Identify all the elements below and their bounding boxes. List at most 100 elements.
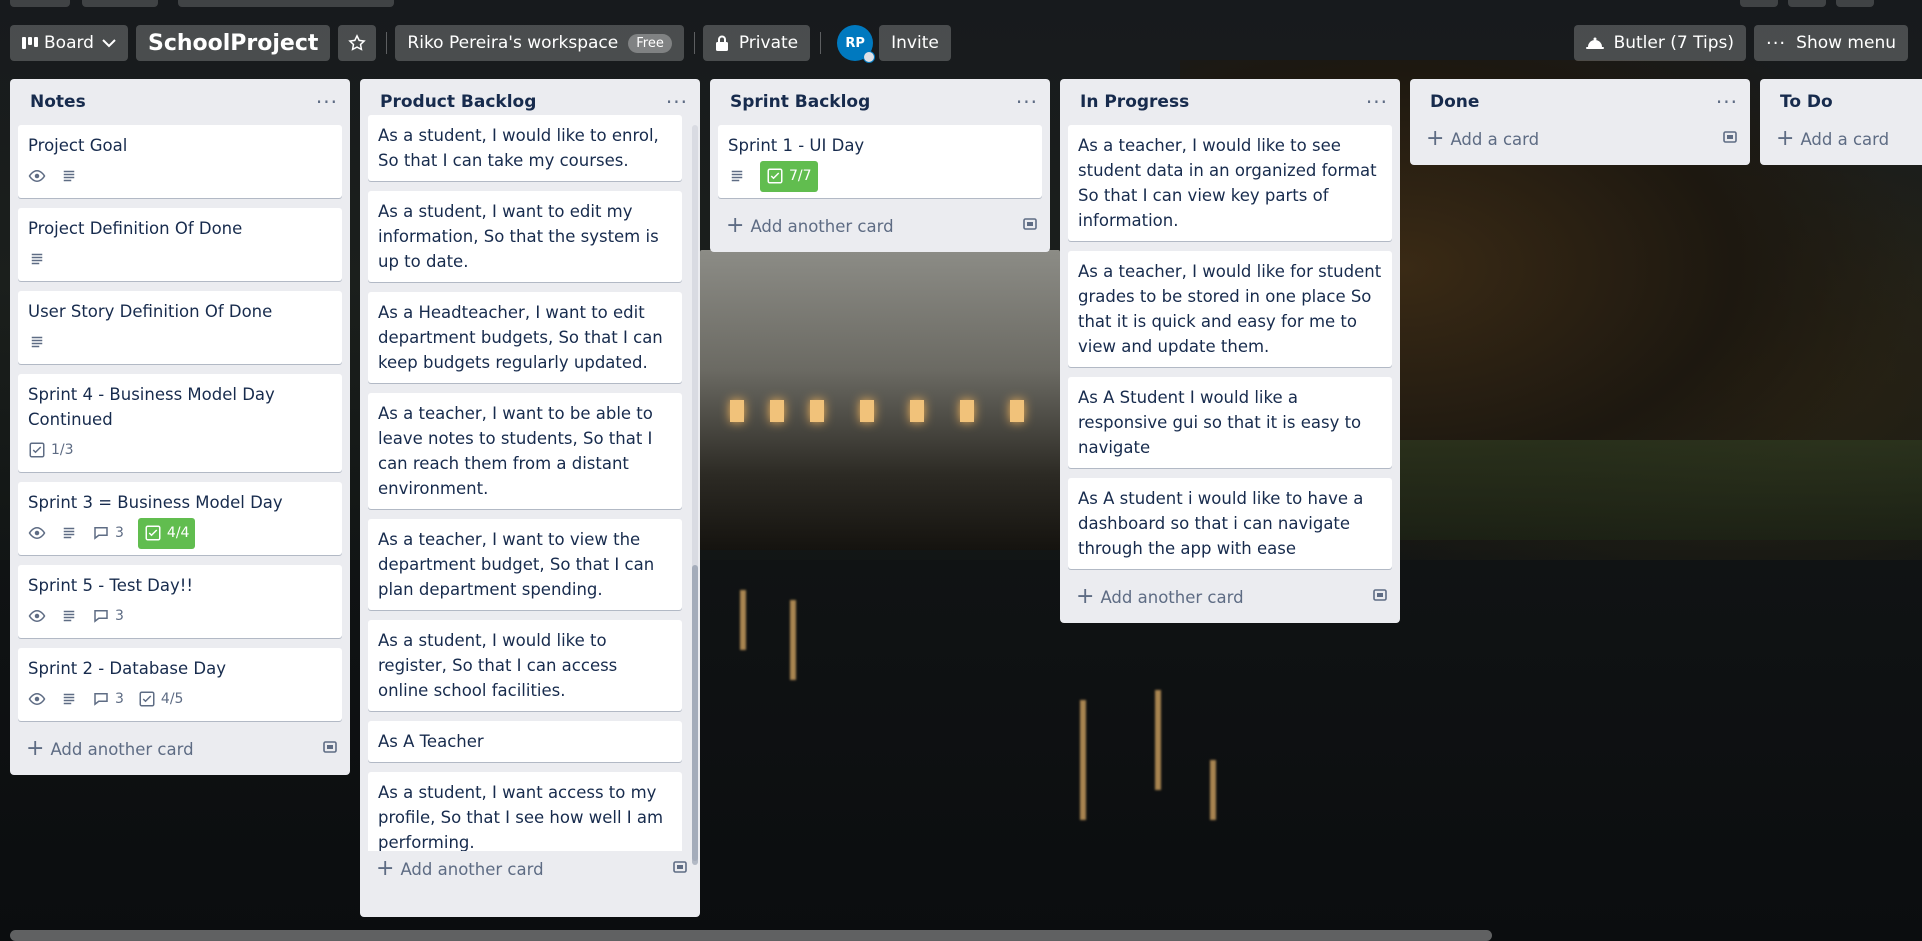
top-strip-segment <box>82 0 158 7</box>
card[interactable]: As a student, I would like to enrol, So … <box>368 115 682 181</box>
card[interactable]: Sprint 1 - UI Day 7/7 <box>718 125 1042 198</box>
card[interactable]: As a Headteacher, I want to edit departm… <box>368 292 682 383</box>
add-card-button[interactable]: + Add another card <box>18 731 342 767</box>
list-menu-icon[interactable]: ··· <box>1016 92 1038 112</box>
list-menu-icon[interactable]: ··· <box>1716 92 1738 112</box>
card[interactable]: As A Teacher <box>368 721 682 762</box>
add-card-button[interactable]: + Add a card <box>1768 121 1914 157</box>
card[interactable]: Project Definition Of Done <box>18 208 342 281</box>
card-template-icon[interactable] <box>1022 216 1038 236</box>
plus-icon: + <box>1776 126 1795 151</box>
card-badges <box>28 162 332 190</box>
star-button[interactable] <box>338 25 377 61</box>
card[interactable]: Sprint 3 = Business Model Day 3 4/4 <box>18 482 342 555</box>
background-window <box>810 400 824 422</box>
card-title: Sprint 4 - Business Model Day Continued <box>28 385 275 429</box>
add-card-button[interactable]: + Add another card <box>368 851 692 887</box>
card[interactable]: Sprint 4 - Business Model Day Continued … <box>18 374 342 472</box>
board-view-switcher[interactable]: Board <box>10 25 128 61</box>
checklist-badge: 4/5 <box>138 687 183 712</box>
member-avatar[interactable]: RP <box>837 25 876 63</box>
top-strip-segment <box>1788 0 1826 7</box>
list-title[interactable]: Sprint Backlog <box>730 92 870 112</box>
workspace-plan-badge: Free <box>628 33 672 53</box>
top-cropped-toolbar <box>0 0 1922 10</box>
checklist-complete-badge: 7/7 <box>760 160 818 192</box>
background-building <box>700 250 1060 550</box>
card[interactable]: Project Goal <box>18 125 342 198</box>
butler-label: Butler (7 Tips) <box>1613 33 1734 53</box>
list-title[interactable]: Done <box>1430 92 1479 112</box>
comment-icon <box>94 610 108 623</box>
description-icon <box>60 607 78 625</box>
board-title[interactable]: SchoolProject <box>135 25 331 61</box>
card-badges <box>28 328 332 356</box>
card-template-icon[interactable] <box>1372 587 1388 607</box>
card-list: As a teacher, I would like to see studen… <box>1068 125 1392 579</box>
description-icon <box>60 167 78 185</box>
card-list: As a student, I would like to enrol, So … <box>368 115 692 851</box>
card[interactable]: Sprint 5 - Test Day!! 3 <box>18 565 342 638</box>
visibility-button[interactable]: Private <box>702 25 811 61</box>
visibility-label: Private <box>738 33 799 53</box>
list-scrollbar[interactable] <box>692 125 698 865</box>
card[interactable]: As A student i would like to have a dash… <box>1068 478 1392 569</box>
card[interactable]: As a teacher, I want to view the departm… <box>368 519 682 610</box>
list-menu-icon[interactable]: ··· <box>666 92 688 112</box>
list-title[interactable]: Product Backlog <box>380 92 536 112</box>
card[interactable]: As a student, I want access to my profil… <box>368 772 682 851</box>
comments-badge: 3 <box>92 521 124 546</box>
board-icon <box>22 36 38 50</box>
show-menu-button[interactable]: ··· Show menu <box>1753 25 1908 61</box>
card-template-icon[interactable] <box>1722 129 1738 149</box>
add-card-label: Add a card <box>1800 129 1890 149</box>
checklist-icon <box>145 525 161 541</box>
butler-button[interactable]: Butler (7 Tips) <box>1573 25 1746 61</box>
description-icon <box>28 333 46 351</box>
comment-count: 3 <box>115 607 124 624</box>
card[interactable]: As a teacher, I would like for student g… <box>1068 251 1392 367</box>
card[interactable]: As a teacher, I want to be able to leave… <box>368 393 682 509</box>
list-product-backlog: Product Backlog ··· As a student, I woul… <box>360 79 700 917</box>
workspace-button[interactable]: Riko Pereira's workspace Free <box>395 25 684 61</box>
card[interactable]: As A Student I would like a responsive g… <box>1068 377 1392 468</box>
board-horizontal-scrollbar[interactable] <box>10 930 1492 941</box>
card[interactable]: As a student, I want to edit my informat… <box>368 191 682 282</box>
list-sprint-backlog: Sprint Backlog ··· Sprint 1 - UI Day 7/7… <box>710 79 1050 252</box>
plus-icon: + <box>1426 126 1445 151</box>
card[interactable]: As a teacher, I would like to see studen… <box>1068 125 1392 241</box>
plus-icon: + <box>26 736 45 761</box>
plus-icon: + <box>1076 584 1095 609</box>
invite-button[interactable]: Invite <box>879 25 951 61</box>
list-title[interactable]: In Progress <box>1080 92 1189 112</box>
card[interactable]: User Story Definition Of Done <box>18 291 342 364</box>
list-menu-icon[interactable]: ··· <box>316 92 338 112</box>
card-title: As a student, I would like to register, … <box>378 631 618 700</box>
checklist-icon <box>767 168 783 184</box>
background-window <box>770 400 784 422</box>
list-notes: Notes ··· Project Goal Project Definitio… <box>10 79 350 775</box>
list-scrollbar-thumb[interactable] <box>692 565 698 865</box>
card[interactable]: Sprint 2 - Database Day 3 4/5 <box>18 648 342 721</box>
card-title: Project Definition Of Done <box>28 219 243 238</box>
add-card-button[interactable]: + Add another card <box>718 208 1042 244</box>
card-template-icon[interactable] <box>672 859 688 879</box>
card-template-icon[interactable] <box>322 739 338 759</box>
card-title: Sprint 3 = Business Model Day <box>28 493 283 512</box>
list-title[interactable]: Notes <box>30 92 86 112</box>
card[interactable]: As a student, I would like to register, … <box>368 620 682 711</box>
admin-indicator-icon <box>863 51 876 63</box>
card-title: As a student, I would like to enrol, So … <box>378 126 659 170</box>
star-icon <box>348 34 367 52</box>
add-card-button[interactable]: + Add a card <box>1418 121 1742 157</box>
card-title: As a teacher, I want to view the departm… <box>378 530 655 599</box>
add-card-label: Add another card <box>50 739 194 759</box>
list-menu-icon[interactable]: ··· <box>1366 92 1388 112</box>
add-card-button[interactable]: + Add another card <box>1068 579 1392 615</box>
top-strip-segment <box>10 0 70 7</box>
list-title[interactable]: To Do <box>1780 92 1833 112</box>
card-title: As a Headteacher, I want to edit departm… <box>378 303 663 372</box>
add-card-label: Add another card <box>750 216 894 236</box>
card-title: Project Goal <box>28 136 128 155</box>
checklist-icon <box>29 442 45 458</box>
